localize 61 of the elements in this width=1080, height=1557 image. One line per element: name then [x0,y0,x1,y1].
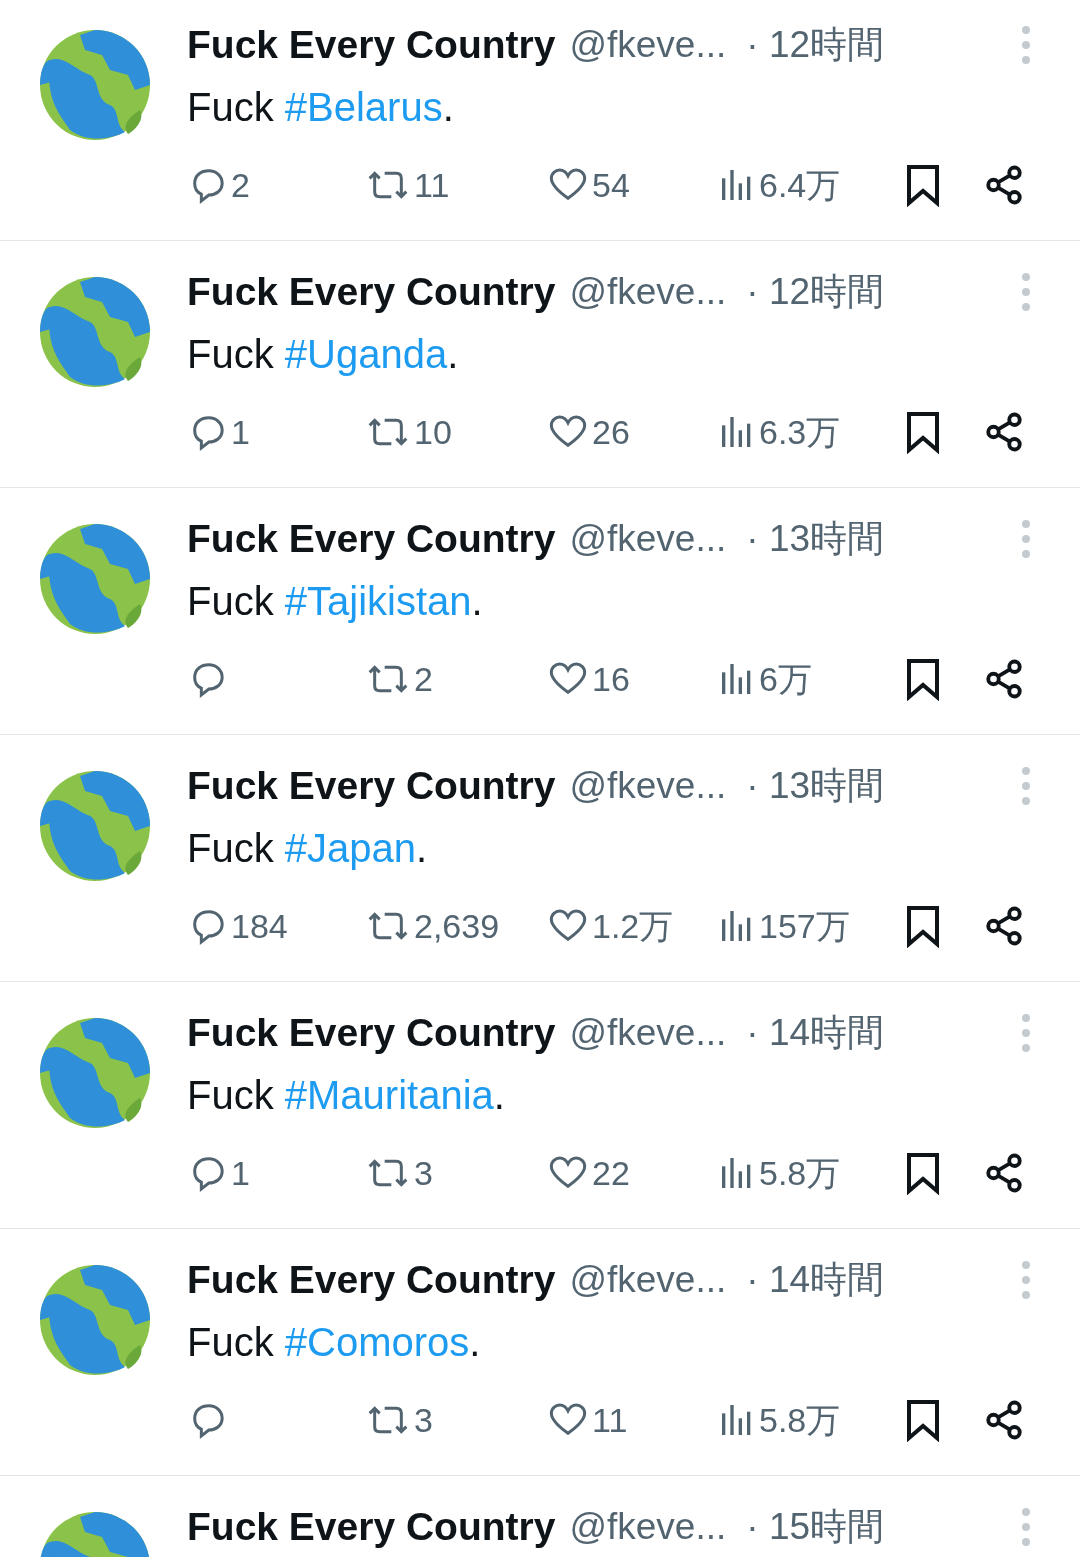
display-name[interactable]: Fuck Every Country [187,515,556,563]
post-text: Fuck #Mauritania. [187,1072,505,1119]
user-handle[interactable]: @fkeve... [569,1256,727,1304]
share-icon[interactable] [983,164,1025,206]
post-time: · 12時間 [746,270,885,314]
views-button[interactable]: 6.3万 [717,406,841,458]
post-time: · 15時間 [746,1505,885,1549]
display-name[interactable]: Fuck Every Country [187,268,556,316]
like-button[interactable]: 54 [546,159,630,211]
globe-avatar-icon[interactable] [40,30,150,140]
post-time: · 12時間 [746,23,885,67]
views-button[interactable]: 6.4万 [717,159,841,211]
views-button[interactable]: 5.8万 [717,1147,841,1199]
post-time: · 13時間 [746,764,885,808]
views-button[interactable]: 6万 [717,653,812,705]
post-time: · 13時間 [746,517,885,561]
display-name[interactable]: Fuck Every Country [187,1503,556,1551]
globe-avatar-icon[interactable] [40,771,150,881]
post-text: Fuck #Belarus. [187,84,454,131]
reply-button[interactable]: 1 [187,1147,250,1199]
reply-button[interactable]: 1 [187,406,250,458]
user-handle[interactable]: @fkeve... [569,1009,727,1057]
post-text: Fuck #Tajikistan. [187,578,483,625]
reply-button[interactable]: 184 [187,900,288,952]
user-handle[interactable]: @fkeve... [569,1503,727,1551]
user-handle[interactable]: @fkeve... [569,268,727,316]
repost-button[interactable]: 2 [364,653,433,705]
post-text: Fuck #Japan. [187,825,428,872]
share-icon[interactable] [983,905,1025,947]
share-icon[interactable] [983,411,1025,453]
like-button[interactable]: 1.2万 [546,900,674,952]
share-icon[interactable] [983,1152,1025,1194]
user-handle[interactable]: @fkeve... [569,515,727,563]
repost-button[interactable]: 10 [364,406,452,458]
reply-button[interactable]: 2 [187,159,250,211]
repost-button[interactable]: 3 [364,1147,433,1199]
like-button[interactable]: 22 [546,1147,630,1199]
post-time: · 14時間 [746,1258,885,1302]
repost-button[interactable]: 11 [364,159,450,211]
display-name[interactable]: Fuck Every Country [187,21,556,69]
display-name[interactable]: Fuck Every Country [187,1256,556,1304]
share-icon[interactable] [983,1399,1025,1441]
views-button[interactable]: 5.8万 [717,1394,841,1446]
post-text: Fuck #Uganda. [187,331,459,378]
globe-avatar-icon[interactable] [40,1265,150,1375]
like-button[interactable]: 16 [546,653,630,705]
user-handle[interactable]: @fkeve... [569,762,727,810]
user-handle[interactable]: @fkeve... [569,21,727,69]
globe-avatar-icon[interactable] [40,1018,150,1128]
globe-avatar-icon[interactable] [40,524,150,634]
globe-avatar-icon[interactable] [40,277,150,387]
display-name[interactable]: Fuck Every Country [187,762,556,810]
like-button[interactable]: 26 [546,406,630,458]
post-text: Fuck #Comoros. [187,1319,481,1366]
post-time: · 14時間 [746,1011,885,1055]
share-icon[interactable] [983,658,1025,700]
repost-button[interactable]: 3 [364,1394,433,1446]
display-name[interactable]: Fuck Every Country [187,1009,556,1057]
like-button[interactable]: 11 [546,1394,628,1446]
views-button[interactable]: 157万 [717,900,850,952]
repost-button[interactable]: 2,639 [364,900,500,952]
